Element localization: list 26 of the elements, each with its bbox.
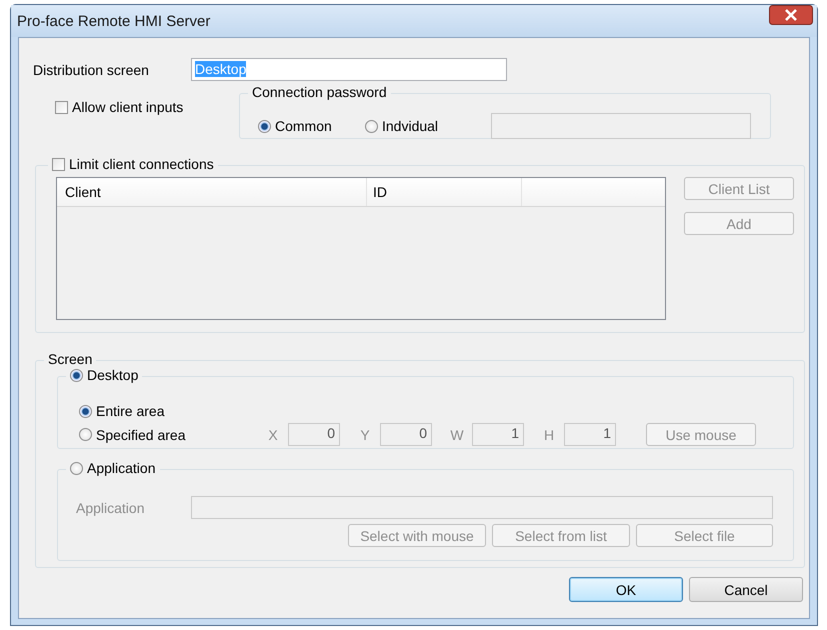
window-title: Pro-face Remote HMI Server (17, 12, 210, 30)
column-header[interactable]: ID (367, 178, 522, 206)
password-radio[interactable]: Indvidual (365, 118, 491, 134)
limit-client-connections-checkbox[interactable]: Limit client connections (48, 156, 218, 172)
group-title: Screen (44, 351, 96, 367)
field-label: Distribution screen (33, 62, 150, 78)
coordinate-field[interactable]: 1 (564, 423, 616, 446)
group-title: Connection password (248, 84, 391, 100)
coordinate-field[interactable]: 1 (472, 423, 524, 446)
coordinate-label: Y (359, 426, 371, 442)
close-button[interactable] (769, 5, 813, 25)
coordinate-label: X (267, 426, 279, 442)
coordinate-label: H (542, 426, 556, 442)
ok-button[interactable]: OK (569, 577, 683, 602)
cancel-button[interactable]: Cancel (689, 577, 803, 602)
application-field[interactable] (191, 496, 773, 519)
column-header[interactable]: Client (57, 178, 367, 206)
area-radio[interactable]: Entire area (79, 403, 793, 419)
coordinate-label: W (449, 426, 465, 442)
allow-client-inputs-checkbox[interactable]: Allow client inputs (55, 99, 239, 115)
desktop-radio[interactable]: Desktop (66, 367, 142, 383)
coordinate-field[interactable]: 0 (380, 423, 432, 446)
coordinate-field[interactable]: 0 (288, 423, 340, 446)
area-radio[interactable]: Specified area (79, 426, 264, 442)
field-label: Application (76, 500, 146, 516)
password-radio[interactable]: Common (258, 118, 365, 134)
